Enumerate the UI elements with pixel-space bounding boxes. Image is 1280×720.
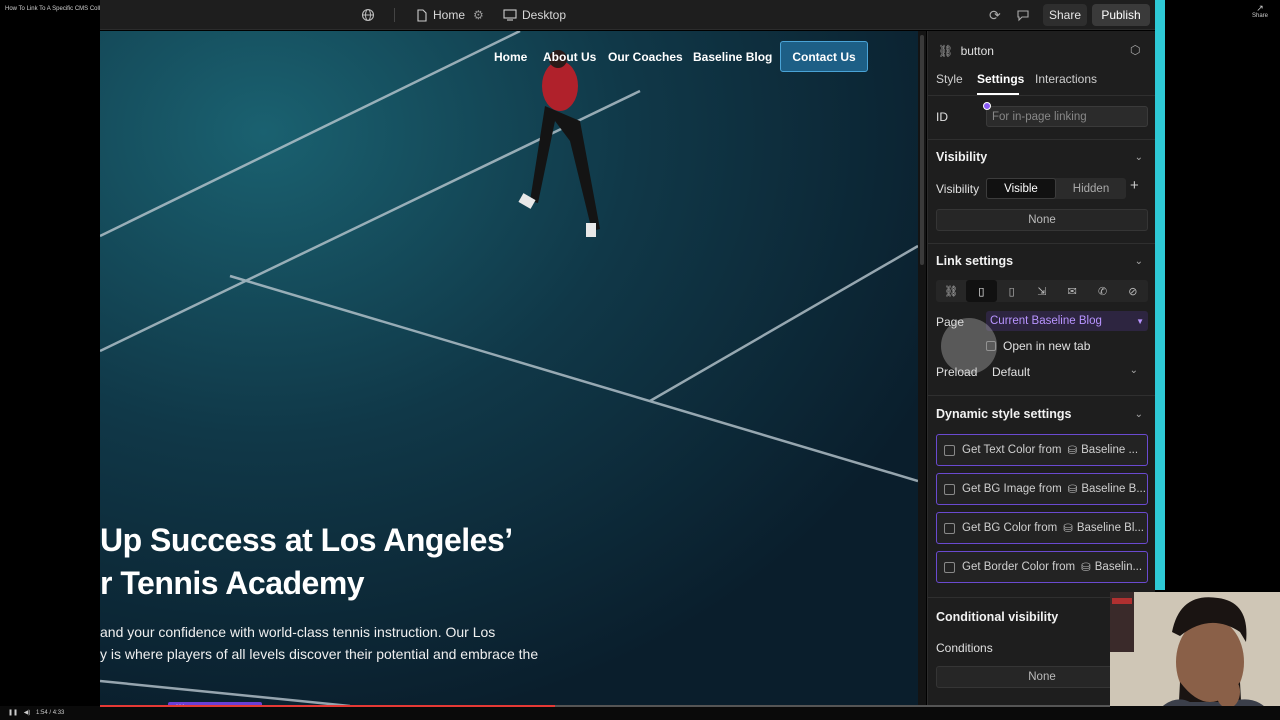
database-icon: ⛁ [1063,523,1073,535]
binding-dot[interactable] [983,102,991,110]
hero-heading-line-1: Up Success at Los Angeles’ [100,522,513,558]
id-label: ID [936,110,948,124]
breakpoint-label: Desktop [522,8,567,22]
share-icon: ↗ [1256,3,1264,13]
visibility-toggle: Visible Hidden [986,178,1126,199]
email-link-icon[interactable]: ✉ [1057,280,1087,302]
phone-link-icon[interactable]: ✆ [1087,280,1117,302]
comments-icon[interactable] [1016,0,1030,30]
chevron-down-icon[interactable]: ⌄ [1135,409,1143,420]
hidden-option[interactable]: Hidden [1056,178,1126,199]
tab-settings[interactable]: Settings [977,72,1024,86]
webcam-overlay [1110,592,1280,720]
sync-icon[interactable]: ⟳ [989,0,1001,30]
conditional-visibility-title[interactable]: Conditional visibility [936,610,1058,624]
hero-heading-line-2: r Tennis Academy [100,565,365,601]
nav-link-coaches[interactable]: Our Coaches [608,50,683,64]
chevron-down-icon[interactable]: ⌄ [1135,152,1143,163]
dynamic-style-title[interactable]: Dynamic style settings [936,407,1071,421]
video-progress-played[interactable] [100,705,555,707]
checkbox[interactable] [944,445,955,456]
page-select[interactable]: Current Baseline Blog ▼ [986,311,1148,331]
visibility-none[interactable]: None [936,209,1148,231]
hero-paragraph[interactable]: and your confidence with world-class ten… [100,621,538,665]
dynamic-text-color[interactable]: Get Text Color from ⛁ Baseline ... [936,434,1148,466]
contact-us-button[interactable]: Contact Us [780,41,868,72]
canvas-edge-strip [1155,0,1165,590]
nav-link-home[interactable]: Home [494,50,527,64]
globe-icon[interactable] [361,0,375,30]
page-icon [417,8,427,22]
preload-value: Default [992,365,1031,379]
cube-icon[interactable]: ⬡ [1130,43,1140,57]
canvas-scrollbar[interactable] [918,31,926,706]
caret-down-icon: ▼ [1136,316,1144,326]
database-icon: ⛁ [1067,445,1078,457]
link-icon: ⛓ [938,44,954,58]
video-player-bar [0,706,1280,720]
breakpoint-switcher[interactable]: Desktop [503,0,566,30]
page-switcher[interactable]: Home [416,0,465,30]
chevron-down-icon: ⌄ [1129,365,1138,376]
dynamic-bg-image[interactable]: Get BG Image from ⛁ Baseline B... [936,473,1148,505]
page-select-value: Current Baseline Blog [990,315,1102,327]
design-canvas[interactable]: Home About Us Our Coaches Baseline Blog … [100,31,918,706]
hero-heading[interactable]: Up Success at Los Angeles’ r Tennis Acad… [100,519,513,605]
publish-button[interactable]: Publish [1092,4,1150,26]
designer-topbar: Home ⚙ Desktop ⟳ Share Publish [100,0,1155,30]
checkbox[interactable] [944,562,955,573]
section-link-icon[interactable]: ⇲ [1027,280,1057,302]
chevron-down-icon[interactable]: ⌄ [1135,256,1143,267]
video-time: 1:54 / 4:33 [36,710,65,716]
hero-paragraph-line-2: y is where players of all levels discove… [100,646,539,662]
tab-style[interactable]: Style [936,72,963,86]
element-name: button [960,44,994,58]
link-type-selector: ⛓ ▯ ▯ ⇲ ✉ ✆ ⊘ [936,280,1148,302]
video-share-button[interactable]: ↗ Share [1248,3,1272,20]
page-name: Home [433,8,466,22]
dynamic-bg-color[interactable]: Get BG Color from ⛁ Baseline Bl... [936,512,1148,544]
video-progress-remaining[interactable] [555,705,1110,707]
page-settings-gear-icon[interactable]: ⚙ [473,0,484,30]
tab-interactions[interactable]: Interactions [1035,72,1097,86]
desktop-icon [503,9,517,21]
page-link-icon[interactable]: ▯ [966,280,997,302]
asset-link-icon[interactable]: ⊘ [1118,280,1148,302]
visible-option[interactable]: Visible [986,178,1056,199]
preload-select[interactable]: Default ⌄ [992,365,1138,379]
cms-page-link-icon[interactable]: ▯ [997,280,1027,302]
conditions-label: Conditions [936,641,993,655]
video-controls[interactable]: ❚❚ ◀) 1:54 / 4:33 [8,709,64,716]
pause-icon[interactable]: ❚❚ [8,710,18,716]
nav-link-blog[interactable]: Baseline Blog [693,50,772,64]
plus-icon[interactable]: + [1130,177,1139,194]
divider [394,8,395,22]
element-header: ⛓ button [938,44,994,58]
id-input[interactable]: For in-page linking [986,106,1148,127]
open-new-tab-label: Open in new tab [1003,339,1091,353]
link-settings-title[interactable]: Link settings [936,254,1013,268]
checkbox[interactable] [944,484,955,495]
visibility-label: Visibility [936,182,980,196]
share-button[interactable]: Share [1043,4,1087,26]
url-link-icon[interactable]: ⛓ [936,280,966,302]
database-icon: ⛁ [1067,484,1078,496]
volume-icon[interactable]: ◀) [24,710,31,716]
video-share-label: Share [1251,13,1268,19]
cursor-highlight [941,318,997,374]
visibility-section-title[interactable]: Visibility [936,150,987,164]
database-icon: ⛁ [1081,562,1091,574]
checkbox[interactable] [944,523,955,534]
nav-link-about[interactable]: About Us [543,50,596,64]
dynamic-border-color[interactable]: Get Border Color from ⛁ Baselin... [936,551,1148,583]
hero-paragraph-line-1: and your confidence with world-class ten… [100,624,496,640]
